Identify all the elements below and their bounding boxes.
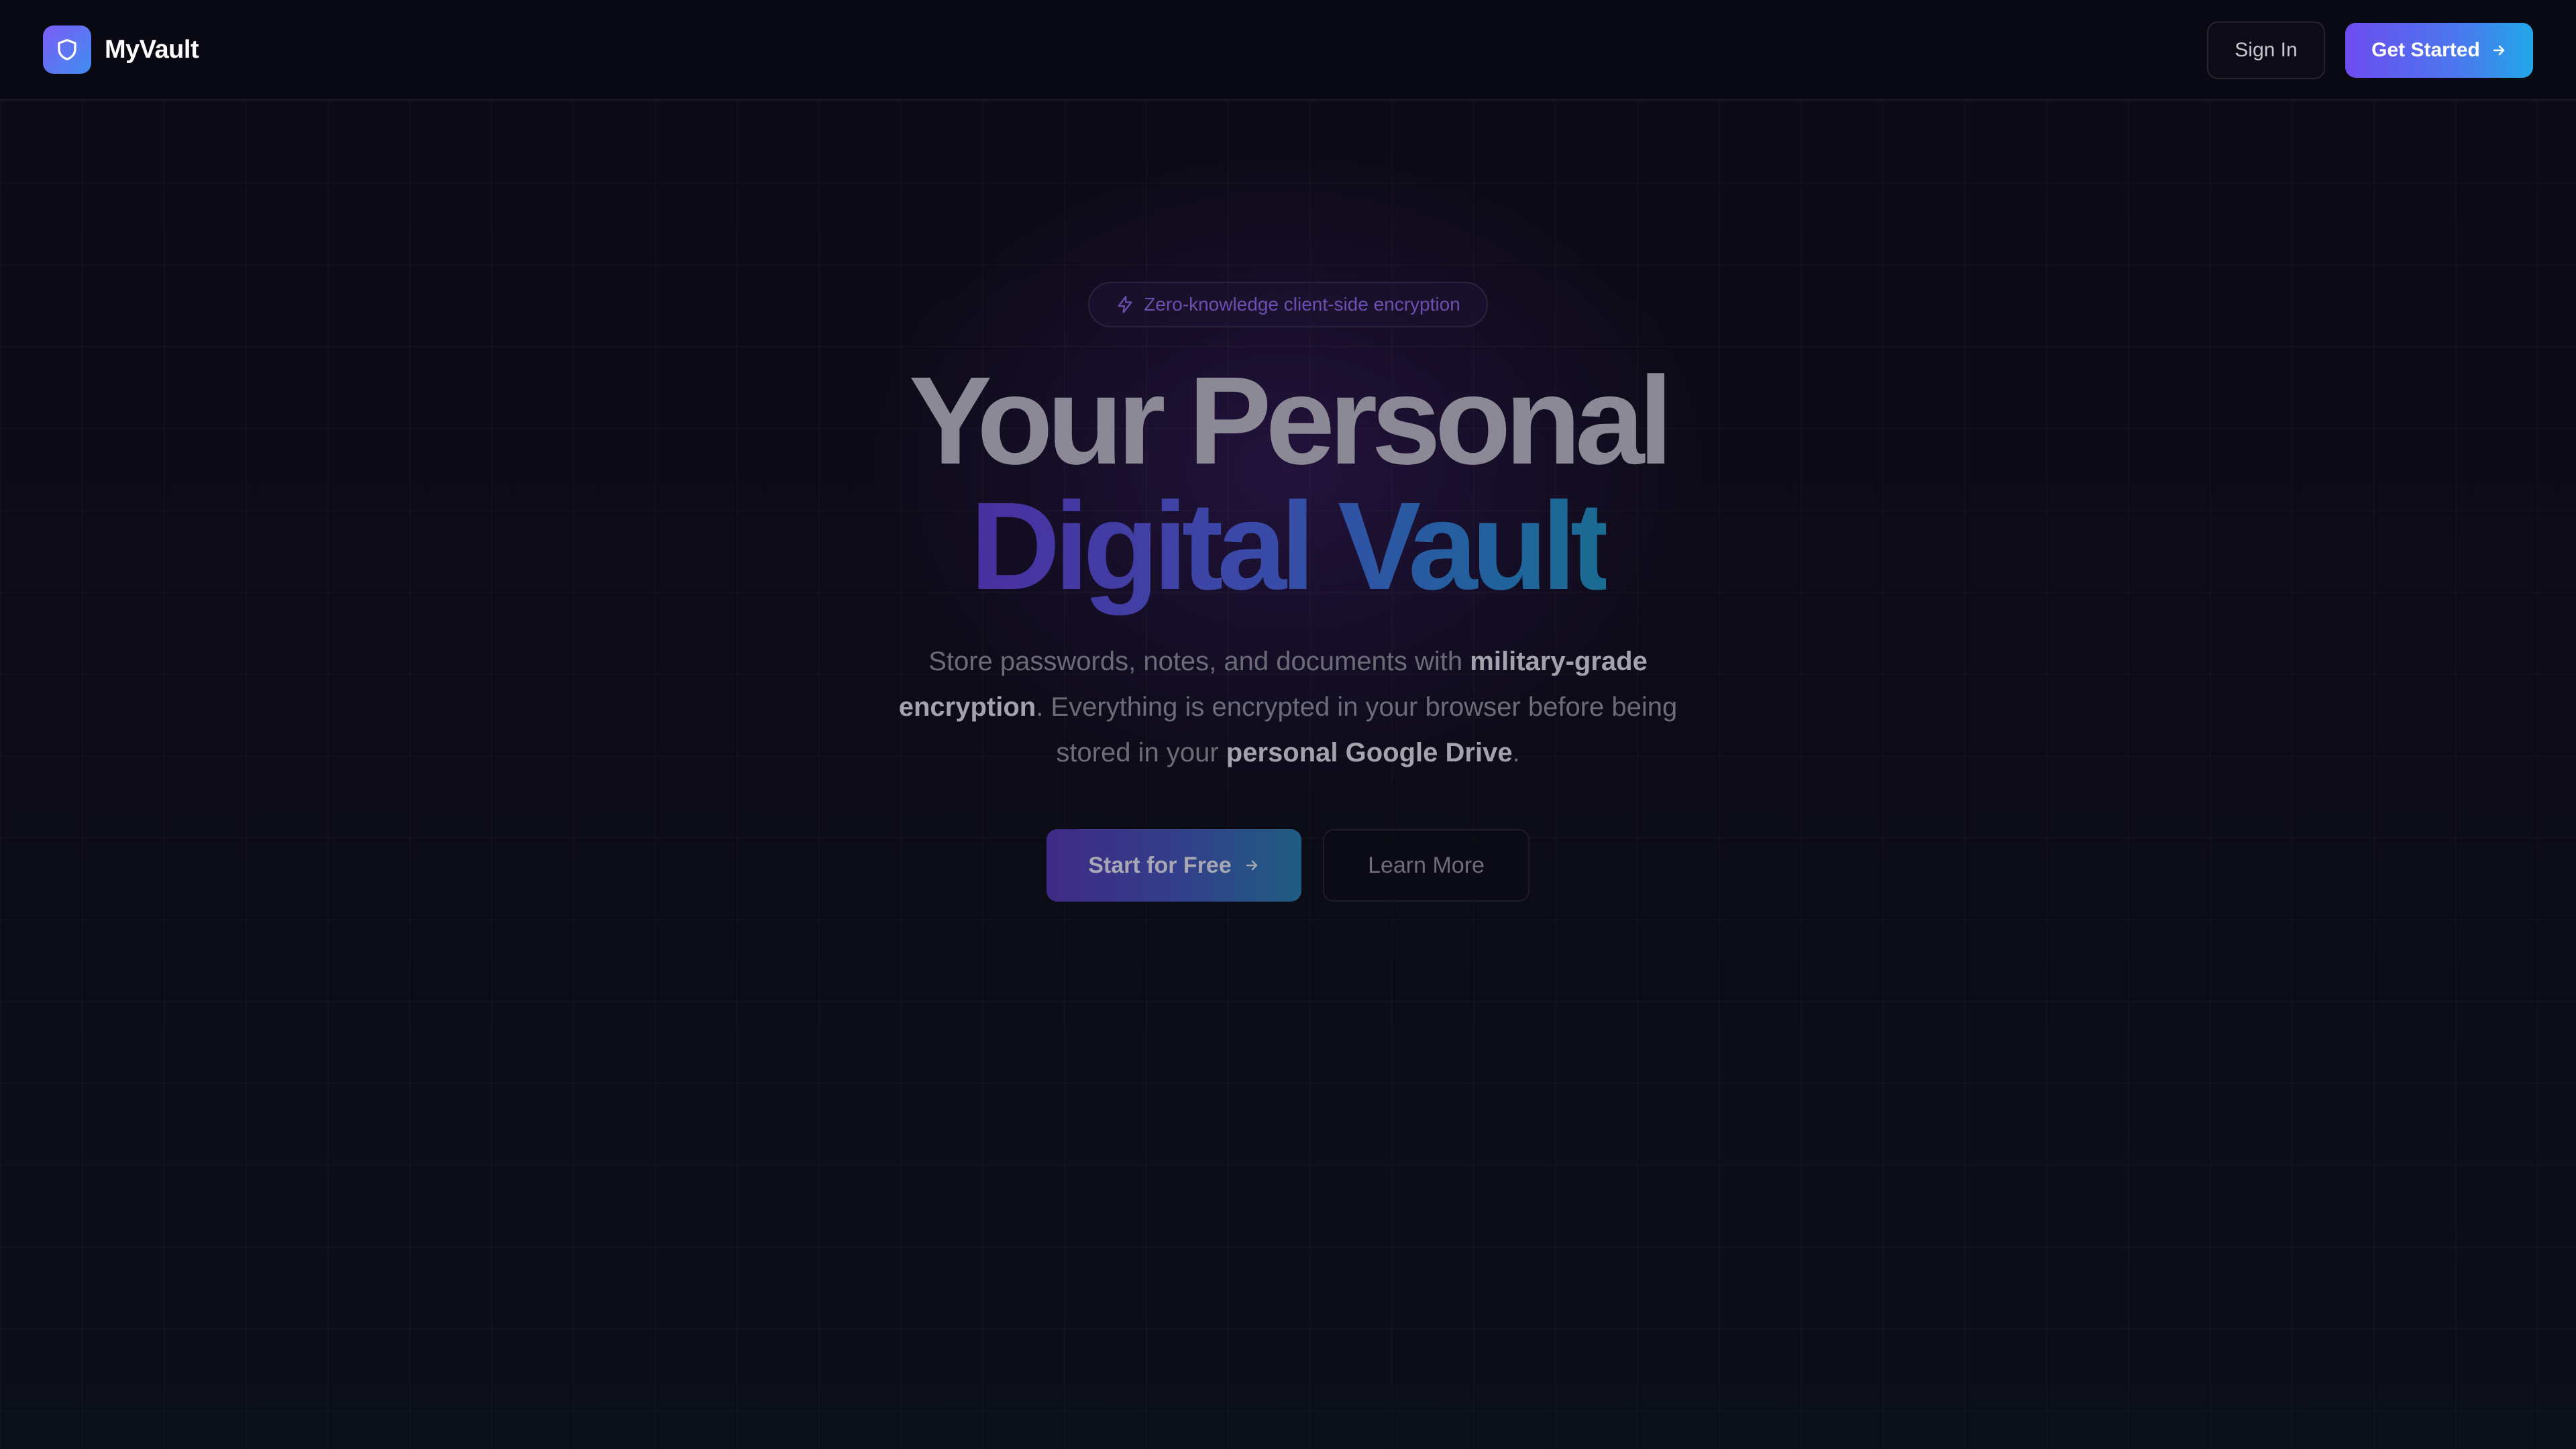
start-for-free-label: Start for Free xyxy=(1088,852,1232,878)
lightning-icon xyxy=(1118,296,1132,313)
get-started-button[interactable]: Get Started xyxy=(2345,23,2533,78)
arrow-right-icon xyxy=(1246,860,1257,871)
subtitle-bold-2: personal Google Drive xyxy=(1226,738,1513,767)
subtitle-text-3: . xyxy=(1512,738,1520,767)
hero-subtitle: Store passwords, notes, and documents wi… xyxy=(885,639,1690,775)
top-nav: MyVault Sign In Get Started xyxy=(0,0,2576,101)
sign-in-button[interactable]: Sign In xyxy=(2207,21,2325,79)
start-for-free-button[interactable]: Start for Free xyxy=(1046,829,1301,902)
landing-page: MyVault Sign In Get Started Zero-knowled… xyxy=(0,0,2576,1449)
learn-more-button[interactable]: Learn More xyxy=(1323,829,1529,902)
hero-title-line1: Your Personal xyxy=(908,352,1673,490)
badge-text: Zero-knowledge client-side encryption xyxy=(1144,294,1460,315)
get-started-label: Get Started xyxy=(2371,39,2480,61)
logo[interactable] xyxy=(43,25,91,74)
subtitle-text-1: Store passwords, notes, and documents wi… xyxy=(928,647,1470,676)
arrow-right-icon xyxy=(2493,45,2505,56)
shield-icon xyxy=(58,39,76,60)
hero-title-line2: Digital Vault xyxy=(0,484,2576,609)
encryption-badge: Zero-knowledge client-side encryption xyxy=(1088,282,1488,327)
hero-title-gradient: Digital Vault xyxy=(970,477,1612,616)
brand-name[interactable]: MyVault xyxy=(105,34,199,66)
